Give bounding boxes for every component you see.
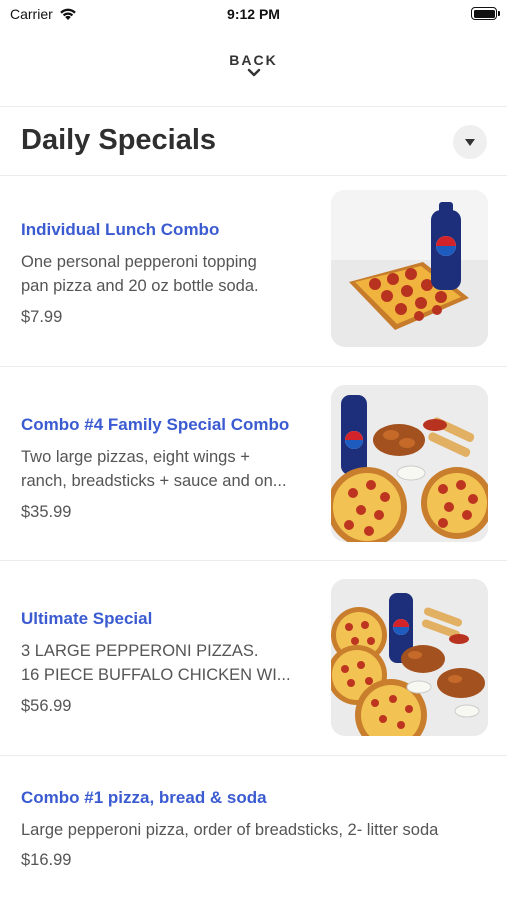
- item-price: $16.99: [21, 851, 72, 869]
- item-price: $56.99: [21, 697, 72, 715]
- section-title: Daily Specials: [21, 124, 217, 156]
- item-image: [331, 385, 488, 542]
- chevron-down-icon: [247, 68, 260, 77]
- item-price: $35.99: [21, 503, 72, 521]
- menu-item[interactable]: Ultimate Special 3 LARGE PEPPERONI PIZZA…: [0, 561, 507, 754]
- caret-down-icon: [465, 138, 475, 146]
- section-dropdown-button[interactable]: [453, 125, 487, 159]
- item-name: Individual Lunch Combo: [21, 220, 220, 239]
- item-description: Large pepperoni pizza, order of breadsti…: [21, 821, 439, 839]
- item-description: Two large pizzas, eight wings + ranch, b…: [21, 448, 287, 490]
- menu-item[interactable]: Individual Lunch Combo One personal pepp…: [0, 176, 507, 365]
- status-bar: Carrier 9:12 PM: [0, 0, 507, 30]
- back-label: BACK: [229, 52, 278, 68]
- clock: 9:12 PM: [227, 6, 280, 22]
- item-name: Combo #1 pizza, bread & soda: [21, 788, 267, 807]
- item-price: $7.99: [21, 308, 63, 326]
- menu-item[interactable]: Combo #4 Family Special Combo Two large …: [0, 367, 507, 560]
- back-button[interactable]: BACK: [0, 52, 507, 78]
- item-description: 3 LARGE PEPPERONI PIZZAS. 16 PIECE BUFFA…: [21, 642, 291, 684]
- header-divider: [0, 106, 507, 107]
- item-name: Combo #4 Family Special Combo: [21, 415, 290, 434]
- item-image: [331, 579, 488, 736]
- menu-item[interactable]: Combo #1 pizza, bread & soda Large peppe…: [0, 756, 507, 900]
- item-name: Ultimate Special: [21, 609, 153, 628]
- item-description: One personal pepperoni topping pan pizza…: [21, 253, 259, 295]
- battery-icon: [471, 7, 500, 20]
- item-image: [331, 190, 488, 347]
